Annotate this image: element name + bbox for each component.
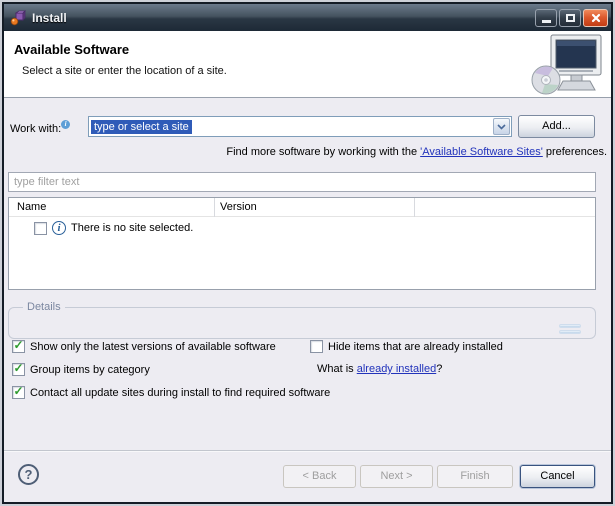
help-button[interactable]: ? bbox=[18, 464, 39, 485]
combobox-dropdown-button[interactable] bbox=[493, 118, 510, 135]
hint-suffix: preferences. bbox=[543, 146, 607, 158]
back-button[interactable]: < Back bbox=[283, 465, 356, 488]
info-icon bbox=[52, 221, 66, 235]
close-icon bbox=[591, 13, 601, 23]
row-checkbox[interactable] bbox=[34, 222, 47, 235]
install-dialog-window: Install Available Software Select a site… bbox=[0, 0, 615, 506]
what-is-prefix: What is bbox=[317, 363, 357, 375]
option-group-by-category[interactable]: Group items by category bbox=[12, 363, 150, 376]
page-title: Available Software bbox=[14, 42, 129, 57]
column-divider[interactable] bbox=[414, 198, 415, 217]
details-label[interactable]: Details bbox=[23, 301, 65, 313]
info-icon[interactable] bbox=[61, 120, 70, 129]
column-header-version[interactable]: Version bbox=[220, 201, 257, 213]
what-is-installed-line: What is already installed? bbox=[317, 363, 442, 375]
work-with-label-text: Work with: bbox=[10, 123, 61, 135]
maximize-button[interactable] bbox=[559, 9, 581, 27]
what-is-suffix: ? bbox=[436, 363, 442, 375]
option-label: Hide items that are already installed bbox=[328, 341, 503, 353]
empty-table-message: There is no site selected. bbox=[71, 222, 193, 234]
site-combobox-value[interactable]: type or select a site bbox=[91, 120, 192, 134]
option-label: Contact all update sites during install … bbox=[30, 387, 330, 399]
option-label: Group items by category bbox=[30, 364, 150, 376]
add-button[interactable]: Add... bbox=[518, 115, 595, 138]
minimize-icon bbox=[542, 20, 551, 23]
site-combobox[interactable]: type or select a site bbox=[88, 116, 512, 137]
page-subtitle: Select a site or enter the location of a… bbox=[22, 65, 227, 77]
resize-handle-icon[interactable] bbox=[559, 322, 581, 334]
option-label: Show only the latest versions of availab… bbox=[30, 341, 276, 353]
dialog-inner: Install Available Software Select a site… bbox=[4, 4, 611, 502]
table-row[interactable]: There is no site selected. bbox=[34, 221, 193, 235]
available-software-sites-link[interactable]: 'Available Software Sites' bbox=[420, 146, 543, 158]
option-contact-all-sites[interactable]: Contact all update sites during install … bbox=[12, 386, 330, 399]
table-header: Name Version bbox=[9, 198, 595, 217]
window-title: Install bbox=[32, 11, 533, 25]
group-by-category-checkbox[interactable] bbox=[12, 363, 25, 376]
details-section: Details bbox=[8, 307, 596, 339]
show-latest-checkbox[interactable] bbox=[12, 340, 25, 353]
chevron-down-icon bbox=[497, 124, 506, 130]
option-hide-installed[interactable]: Hide items that are already installed bbox=[310, 340, 503, 353]
footer-divider bbox=[4, 450, 611, 451]
software-install-icon bbox=[529, 33, 603, 97]
find-more-hint: Find more software by working with the '… bbox=[226, 146, 607, 158]
minimize-button[interactable] bbox=[535, 9, 557, 27]
filter-input[interactable] bbox=[8, 172, 596, 192]
close-button[interactable] bbox=[583, 9, 608, 27]
hint-prefix: Find more software by working with the bbox=[226, 146, 420, 158]
column-header-name[interactable]: Name bbox=[17, 201, 46, 213]
next-button[interactable]: Next > bbox=[360, 465, 433, 488]
cancel-button[interactable]: Cancel bbox=[520, 465, 595, 488]
maximize-icon bbox=[566, 14, 575, 22]
software-table[interactable]: Name Version There is no site selected. bbox=[8, 197, 596, 290]
hide-installed-checkbox[interactable] bbox=[310, 340, 323, 353]
finish-button[interactable]: Finish bbox=[437, 465, 513, 488]
already-installed-link[interactable]: already installed bbox=[357, 363, 437, 375]
column-divider[interactable] bbox=[214, 198, 215, 217]
help-icon: ? bbox=[25, 467, 33, 482]
install-app-icon bbox=[10, 10, 26, 26]
titlebar[interactable]: Install bbox=[4, 4, 611, 31]
contact-all-sites-checkbox[interactable] bbox=[12, 386, 25, 399]
option-show-latest[interactable]: Show only the latest versions of availab… bbox=[12, 340, 276, 353]
wizard-header: Available Software Select a site or ente… bbox=[4, 31, 611, 98]
work-with-label: Work with: bbox=[10, 120, 70, 135]
